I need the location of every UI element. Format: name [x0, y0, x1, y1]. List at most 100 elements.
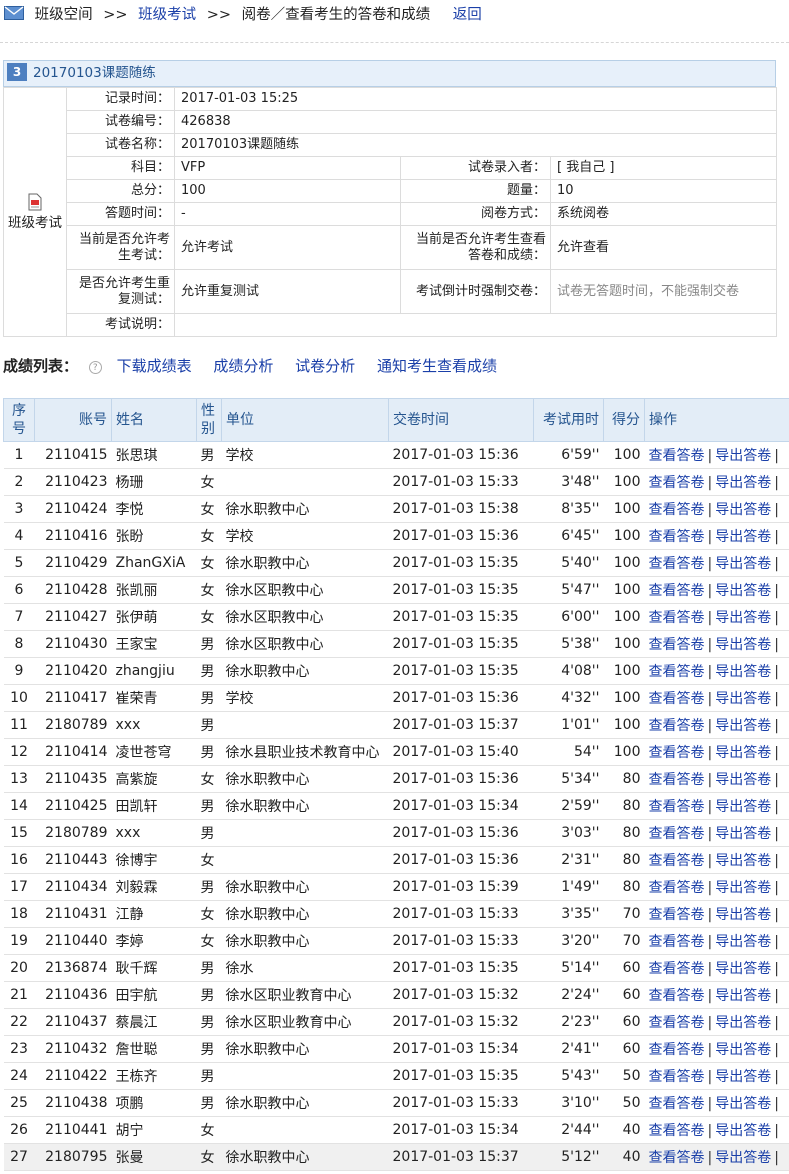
export-answer-link[interactable]: 导出答卷 — [715, 1096, 771, 1112]
breadcrumb-separator: >> — [206, 7, 232, 23]
allow-retest-label: 是否允许考生重复测试： — [66, 269, 175, 314]
table-row: 20 2136874 耿千辉男徐水 2017-01-03 15:35 5'14'' 60 查… — [3, 954, 789, 982]
export-answer-link[interactable]: 导出答卷 — [715, 1123, 771, 1139]
view-answer-link[interactable]: 查看答卷 — [649, 1150, 705, 1166]
view-answer-link[interactable]: 查看答卷 — [649, 583, 705, 599]
export-answer-link[interactable]: 导出答卷 — [715, 1069, 771, 1085]
link-separator: | — [707, 907, 713, 923]
export-answer-link[interactable]: 导出答卷 — [715, 907, 771, 923]
view-answer-link[interactable]: 查看答卷 — [649, 502, 705, 518]
notify-students-link[interactable]: 通知考生查看成绩 — [377, 357, 497, 375]
view-answer-link[interactable]: 查看答卷 — [649, 637, 705, 653]
row-unit: 徐水区职业教育中心 — [221, 981, 389, 1009]
row-duration: 5'34'' — [533, 765, 604, 793]
table-row: 8 2110430 王家宝男徐水区职教中心 2017-01-03 15:35 5'38'… — [3, 630, 789, 658]
back-link[interactable]: 返回 — [453, 7, 482, 23]
export-answer-link[interactable]: 导出答卷 — [715, 610, 771, 626]
export-answer-link[interactable]: 导出答卷 — [715, 529, 771, 545]
table-row: 1 2110415 张思琪男学校 2017-01-03 15:36 6'59'' 100 查… — [3, 441, 789, 469]
export-answer-link[interactable]: 导出答卷 — [715, 718, 771, 734]
export-answer-link[interactable]: 导出答卷 — [715, 1015, 771, 1031]
view-answer-link[interactable]: 查看答卷 — [649, 1069, 705, 1085]
view-answer-link[interactable]: 查看答卷 — [649, 745, 705, 761]
view-answer-link[interactable]: 查看答卷 — [649, 556, 705, 572]
export-answer-link[interactable]: 导出答卷 — [715, 502, 771, 518]
view-answer-link[interactable]: 查看答卷 — [649, 1096, 705, 1112]
export-answer-link[interactable]: 导出答卷 — [715, 934, 771, 950]
export-answer-link[interactable]: 导出答卷 — [715, 853, 771, 869]
score-analysis-link[interactable]: 成绩分析 — [213, 357, 273, 375]
export-answer-link[interactable]: 导出答卷 — [715, 691, 771, 707]
table-header-row: 序号 账号 姓名 性别 单位 交卷时间 考试用时 得分 操作 — [3, 398, 789, 442]
row-account: 2136874 — [34, 954, 112, 982]
view-answer-link[interactable]: 查看答卷 — [649, 772, 705, 788]
row-duration: 5'38'' — [533, 630, 604, 658]
allow-view-value: 允许查看 — [550, 225, 777, 270]
view-answer-link[interactable]: 查看答卷 — [649, 664, 705, 680]
row-unit: 徐水职教中心 — [221, 873, 389, 901]
view-answer-link[interactable]: 查看答卷 — [649, 610, 705, 626]
view-answer-link[interactable]: 查看答卷 — [649, 988, 705, 1004]
view-answer-link[interactable]: 查看答卷 — [649, 718, 705, 734]
export-answer-link[interactable]: 导出答卷 — [715, 637, 771, 653]
count-label: 题量： — [400, 179, 551, 203]
row-duration: 1'01'' — [533, 711, 604, 739]
view-answer-link[interactable]: 查看答卷 — [649, 1042, 705, 1058]
table-row: 21 2110436 田宇航男徐水区职业教育中心 2017-01-03 15:32 2'… — [3, 981, 789, 1009]
row-unit: 徐水职教中心 — [221, 927, 389, 955]
export-answer-link[interactable]: 导出答卷 — [715, 1150, 771, 1166]
record-time-label: 记录时间： — [66, 87, 175, 111]
col-header-gender: 性别 — [196, 398, 222, 442]
help-icon[interactable]: ? — [88, 361, 102, 374]
row-gender: 男 — [196, 873, 222, 901]
view-answer-link[interactable]: 查看答卷 — [649, 1123, 705, 1139]
view-answer-link[interactable]: 查看答卷 — [649, 826, 705, 842]
export-answer-link[interactable]: 导出答卷 — [715, 772, 771, 788]
export-answer-link[interactable]: 导出答卷 — [715, 745, 771, 761]
row-unit: 徐水职教中心 — [221, 900, 389, 928]
export-answer-link[interactable]: 导出答卷 — [715, 664, 771, 680]
link-separator: | — [707, 1042, 713, 1058]
row-gender: 女 — [196, 1143, 222, 1171]
paper-analysis-link[interactable]: 试卷分析 — [295, 357, 355, 375]
view-answer-link[interactable]: 查看答卷 — [649, 691, 705, 707]
view-answer-link[interactable]: 查看答卷 — [649, 475, 705, 491]
breadcrumb-exam-link[interactable]: 班级考试 — [138, 7, 196, 23]
row-score: 80 — [603, 873, 645, 901]
download-scores-link[interactable]: 下载成绩表 — [117, 357, 192, 375]
view-answer-link[interactable]: 查看答卷 — [649, 934, 705, 950]
export-answer-link[interactable]: 导出答卷 — [715, 448, 771, 464]
table-row: 11 2180789 xxx 男 2017-01-03 15:37 1'01'' 100 查看… — [3, 711, 789, 739]
row-score: 100 — [603, 549, 645, 577]
export-answer-link[interactable]: 导出答卷 — [715, 988, 771, 1004]
view-answer-link[interactable]: 查看答卷 — [649, 880, 705, 896]
link-separator: | — [774, 637, 779, 653]
export-answer-link[interactable]: 导出答卷 — [715, 556, 771, 572]
export-answer-link[interactable]: 导出答卷 — [715, 583, 771, 599]
row-unit: 学校 — [221, 522, 389, 550]
export-answer-link[interactable]: 导出答卷 — [715, 826, 771, 842]
view-answer-link[interactable]: 查看答卷 — [649, 961, 705, 977]
row-score: 60 — [603, 1035, 645, 1063]
export-answer-link[interactable]: 导出答卷 — [715, 1042, 771, 1058]
row-submit-time: 2017-01-03 15:36 — [388, 684, 534, 712]
link-separator: | — [707, 934, 713, 950]
view-answer-link[interactable]: 查看答卷 — [649, 907, 705, 923]
view-answer-link[interactable]: 查看答卷 — [649, 529, 705, 545]
row-index: 19 — [3, 927, 35, 955]
link-separator: | — [774, 718, 779, 734]
export-answer-link[interactable]: 导出答卷 — [715, 799, 771, 815]
row-duration: 1'49'' — [533, 873, 604, 901]
row-actions: 查看答卷 | 导出答卷 | — [644, 765, 789, 793]
view-answer-link[interactable]: 查看答卷 — [649, 799, 705, 815]
export-answer-link[interactable]: 导出答卷 — [715, 475, 771, 491]
row-score: 100 — [603, 711, 645, 739]
view-answer-link[interactable]: 查看答卷 — [649, 1015, 705, 1031]
view-answer-link[interactable]: 查看答卷 — [649, 853, 705, 869]
score-toolbar: 成绩列表： ? 下载成绩表 成绩分析 试卷分析 通知考生查看成绩 — [3, 354, 514, 378]
export-answer-link[interactable]: 导出答卷 — [715, 880, 771, 896]
view-answer-link[interactable]: 查看答卷 — [649, 448, 705, 464]
export-answer-link[interactable]: 导出答卷 — [715, 961, 771, 977]
row-submit-time: 2017-01-03 15:33 — [388, 927, 534, 955]
duration-value: - — [174, 202, 401, 226]
